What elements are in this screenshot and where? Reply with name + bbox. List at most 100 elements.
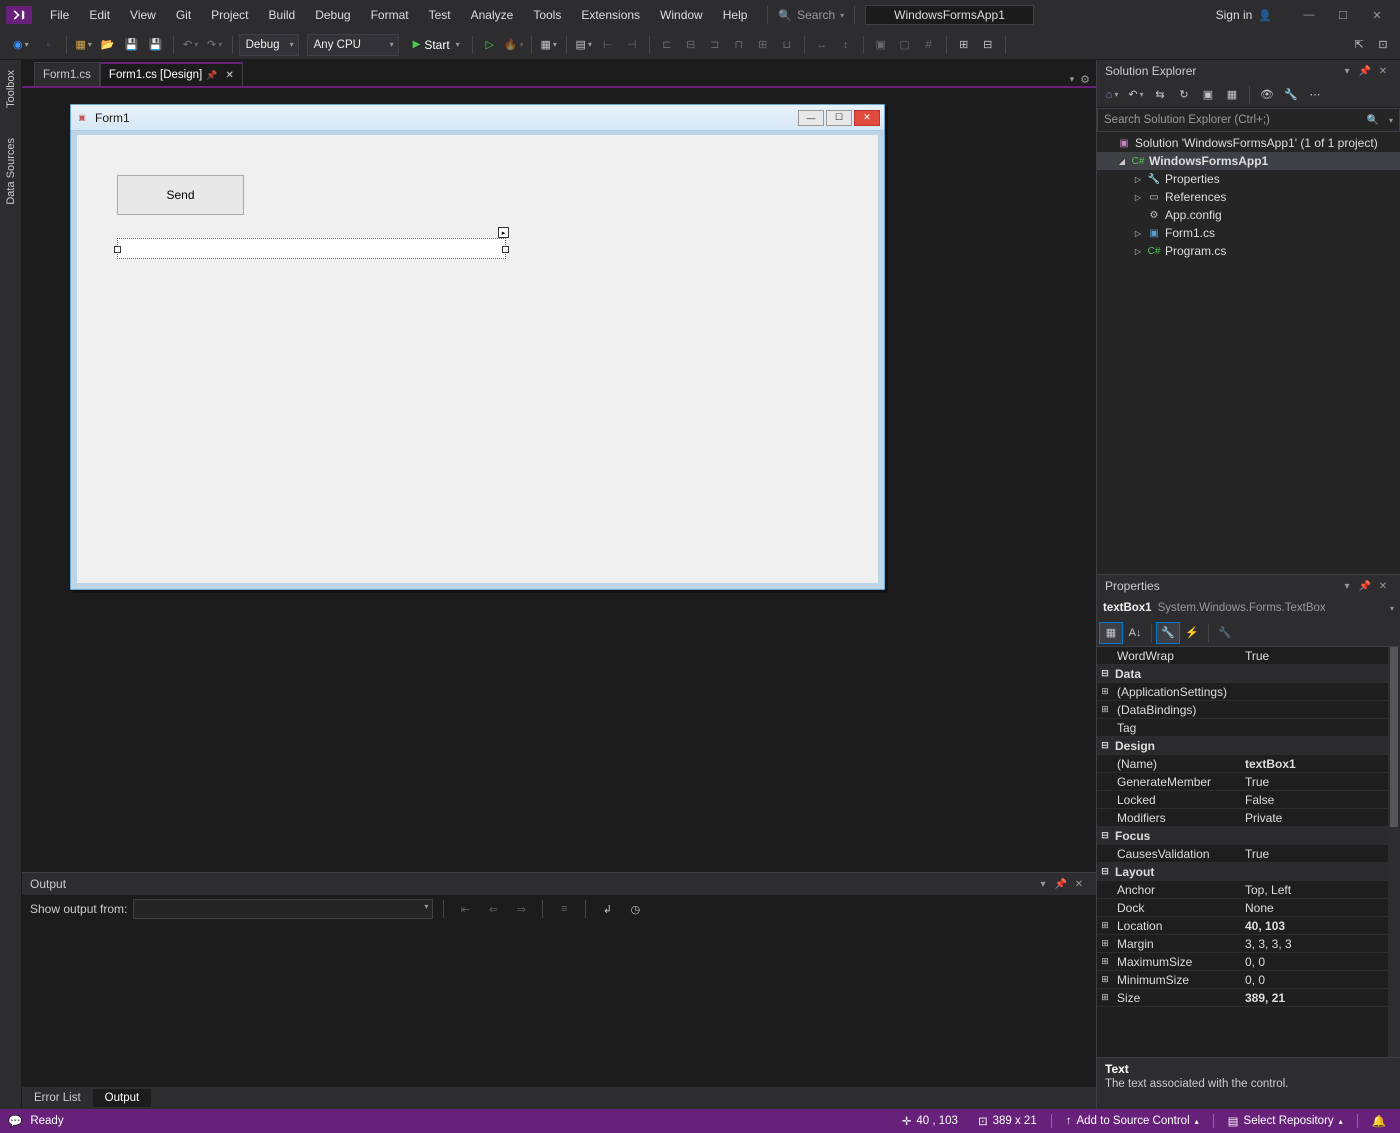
menu-debug[interactable]: Debug — [305, 2, 360, 28]
smart-tag-icon[interactable]: ▸ — [498, 227, 509, 238]
sol-refresh-icon[interactable]: ↻ — [1173, 84, 1195, 106]
sol-view-icon[interactable]: ⋯ — [1304, 84, 1326, 106]
center-v[interactable]: ⊟ — [977, 34, 999, 56]
prop-row[interactable]: GenerateMemberTrue — [1097, 773, 1400, 791]
config-combo[interactable]: Debug — [239, 34, 299, 56]
tab-output[interactable]: Output — [93, 1089, 152, 1107]
expander-icon[interactable]: ▷ — [1133, 247, 1143, 256]
sol-preview-icon[interactable]: 👁 — [1256, 84, 1278, 106]
minimize-button[interactable]: — — [1292, 5, 1326, 25]
sol-search[interactable]: Search Solution Explorer (Ctrl+;) 🔍 ▾ — [1097, 108, 1400, 132]
prop-row[interactable]: ⊞(ApplicationSettings) — [1097, 683, 1400, 701]
menu-tools[interactable]: Tools — [523, 2, 571, 28]
redo-button[interactable]: ↷ — [204, 34, 226, 56]
start-button[interactable]: Start — [407, 34, 466, 56]
spacing-h[interactable]: ↔ — [811, 34, 833, 56]
nav-fwd-button[interactable]: ◦ — [38, 34, 60, 56]
output-wrap-icon[interactable]: ↲ — [596, 898, 618, 920]
menu-edit[interactable]: Edit — [79, 2, 120, 28]
output-find-icon[interactable]: ⇤ — [454, 898, 476, 920]
prop-row[interactable]: ⊟Layout — [1097, 863, 1400, 881]
menu-extensions[interactable]: Extensions — [571, 2, 650, 28]
menu-view[interactable]: View — [120, 2, 166, 28]
resize-handle-e[interactable] — [502, 246, 509, 253]
tab-error-list[interactable]: Error List — [22, 1089, 93, 1107]
spacing-v[interactable]: ↕ — [835, 34, 857, 56]
menu-project[interactable]: Project — [201, 2, 258, 28]
prop-row[interactable]: ⊞Size389, 21 — [1097, 989, 1400, 1007]
prop-row[interactable]: ⊞MaximumSize0, 0 — [1097, 953, 1400, 971]
pin-icon[interactable]: 📌 — [206, 70, 217, 81]
alphabetical-icon[interactable]: A↓ — [1123, 622, 1147, 644]
close-button[interactable]: ✕ — [1360, 5, 1394, 26]
project-name-button[interactable]: WindowsFormsApp1 — [865, 5, 1034, 25]
prop-row[interactable]: LockedFalse — [1097, 791, 1400, 809]
feedback-icon[interactable]: ⊡ — [1372, 34, 1394, 56]
tree-references[interactable]: ▷ ▭ References — [1097, 188, 1400, 206]
output-clear-icon[interactable]: ≡ — [553, 898, 575, 920]
tree-project[interactable]: ◢ C# WindowsFormsApp1 — [1097, 152, 1400, 170]
prop-row[interactable]: ⊟Data — [1097, 665, 1400, 683]
prop-row[interactable]: (Name)textBox1 — [1097, 755, 1400, 773]
sol-back-icon[interactable]: ↶ — [1125, 84, 1147, 106]
center-h[interactable]: ⊞ — [953, 34, 975, 56]
designer-surface[interactable]: Form1 — ☐ ✕ Send ▸ — [22, 88, 1096, 872]
doc-tab-form1-design[interactable]: Form1.cs [Design] 📌 ✕ — [100, 62, 243, 86]
output-clock-icon[interactable]: ◷ — [624, 898, 646, 920]
tree-program[interactable]: ▷ C# Program.cs — [1097, 242, 1400, 260]
menu-git[interactable]: Git — [166, 2, 201, 28]
layout-grid-button[interactable]: ▤ — [573, 34, 595, 56]
nav-back-button[interactable]: ◉ — [6, 34, 36, 56]
props-pin-icon[interactable]: 📌 — [1356, 581, 1374, 592]
save-all-button[interactable]: 💾 — [145, 34, 167, 56]
open-button[interactable]: 📂 — [97, 34, 119, 56]
align-1[interactable]: ⊢ — [597, 34, 619, 56]
properties-icon[interactable]: 🔧 — [1156, 622, 1180, 644]
tab-order[interactable]: # — [918, 34, 940, 56]
events-icon[interactable]: ⚡ — [1180, 622, 1204, 644]
align-center-h[interactable]: ⊟ — [680, 34, 702, 56]
toolbox-tab[interactable]: Toolbox — [5, 70, 17, 108]
prop-row[interactable]: ⊞MinimumSize0, 0 — [1097, 971, 1400, 989]
resize-handle-w[interactable] — [114, 246, 121, 253]
close-tab-icon[interactable]: ✕ — [225, 70, 233, 81]
prop-row[interactable]: ModifiersPrivate — [1097, 809, 1400, 827]
tree-properties[interactable]: ▷ 🔧 Properties — [1097, 170, 1400, 188]
prop-row[interactable]: ⊞Margin3, 3, 3, 3 — [1097, 935, 1400, 953]
sol-props-icon[interactable]: 🔧 — [1280, 84, 1302, 106]
share-icon[interactable]: ⇱ — [1348, 34, 1370, 56]
prop-row[interactable]: AnchorTop, Left — [1097, 881, 1400, 899]
prop-row[interactable]: ⊟Design — [1097, 737, 1400, 755]
props-object-combo[interactable]: textBox1 System.Windows.Forms.TextBox — [1097, 597, 1400, 619]
doc-tab-form1-cs[interactable]: Form1.cs — [34, 62, 100, 86]
sol-fwd-icon[interactable]: ⇆ — [1149, 84, 1171, 106]
sol-pin-icon[interactable]: 📌 — [1356, 66, 1374, 77]
platform-combo[interactable]: Any CPU — [307, 34, 399, 56]
tree-solution[interactable]: ▣ Solution 'WindowsFormsApp1' (1 of 1 pr… — [1097, 134, 1400, 152]
sol-showall-icon[interactable]: ▦ — [1221, 84, 1243, 106]
menu-test[interactable]: Test — [419, 2, 461, 28]
prop-row[interactable]: CausesValidationTrue — [1097, 845, 1400, 863]
output-next-icon[interactable]: ⇒ — [510, 898, 532, 920]
prop-row[interactable]: ⊞(DataBindings) — [1097, 701, 1400, 719]
prop-row[interactable]: ⊞Location40, 103 — [1097, 917, 1400, 935]
send-button-control[interactable]: Send — [117, 175, 244, 215]
expander-icon[interactable]: ▷ — [1133, 193, 1143, 202]
active-files-dropdown-icon[interactable]: ▾ — [1070, 74, 1075, 85]
sol-collapse-icon[interactable]: ▣ — [1197, 84, 1219, 106]
bring-front[interactable]: ▣ — [870, 34, 892, 56]
menu-file[interactable]: File — [40, 2, 79, 28]
prop-row[interactable]: ⊟Focus — [1097, 827, 1400, 845]
output-close-icon[interactable]: ✕ — [1070, 879, 1088, 890]
menu-build[interactable]: Build — [259, 2, 306, 28]
form-window[interactable]: Form1 — ☐ ✕ Send ▸ — [70, 104, 885, 590]
search-box[interactable]: Search ▾ — [778, 8, 844, 22]
maximize-button[interactable]: ☐ — [1326, 5, 1360, 26]
tree-form1[interactable]: ▷ ▣ Form1.cs — [1097, 224, 1400, 242]
categorized-icon[interactable]: ▦ — [1099, 622, 1123, 644]
align-middle[interactable]: ⊞ — [752, 34, 774, 56]
sign-in-button[interactable]: Sign in — [1216, 8, 1272, 22]
menu-help[interactable]: Help — [713, 2, 758, 28]
start-no-debug-button[interactable]: ▷ — [479, 34, 501, 56]
props-dropdown-icon[interactable]: ▾ — [1338, 581, 1356, 592]
